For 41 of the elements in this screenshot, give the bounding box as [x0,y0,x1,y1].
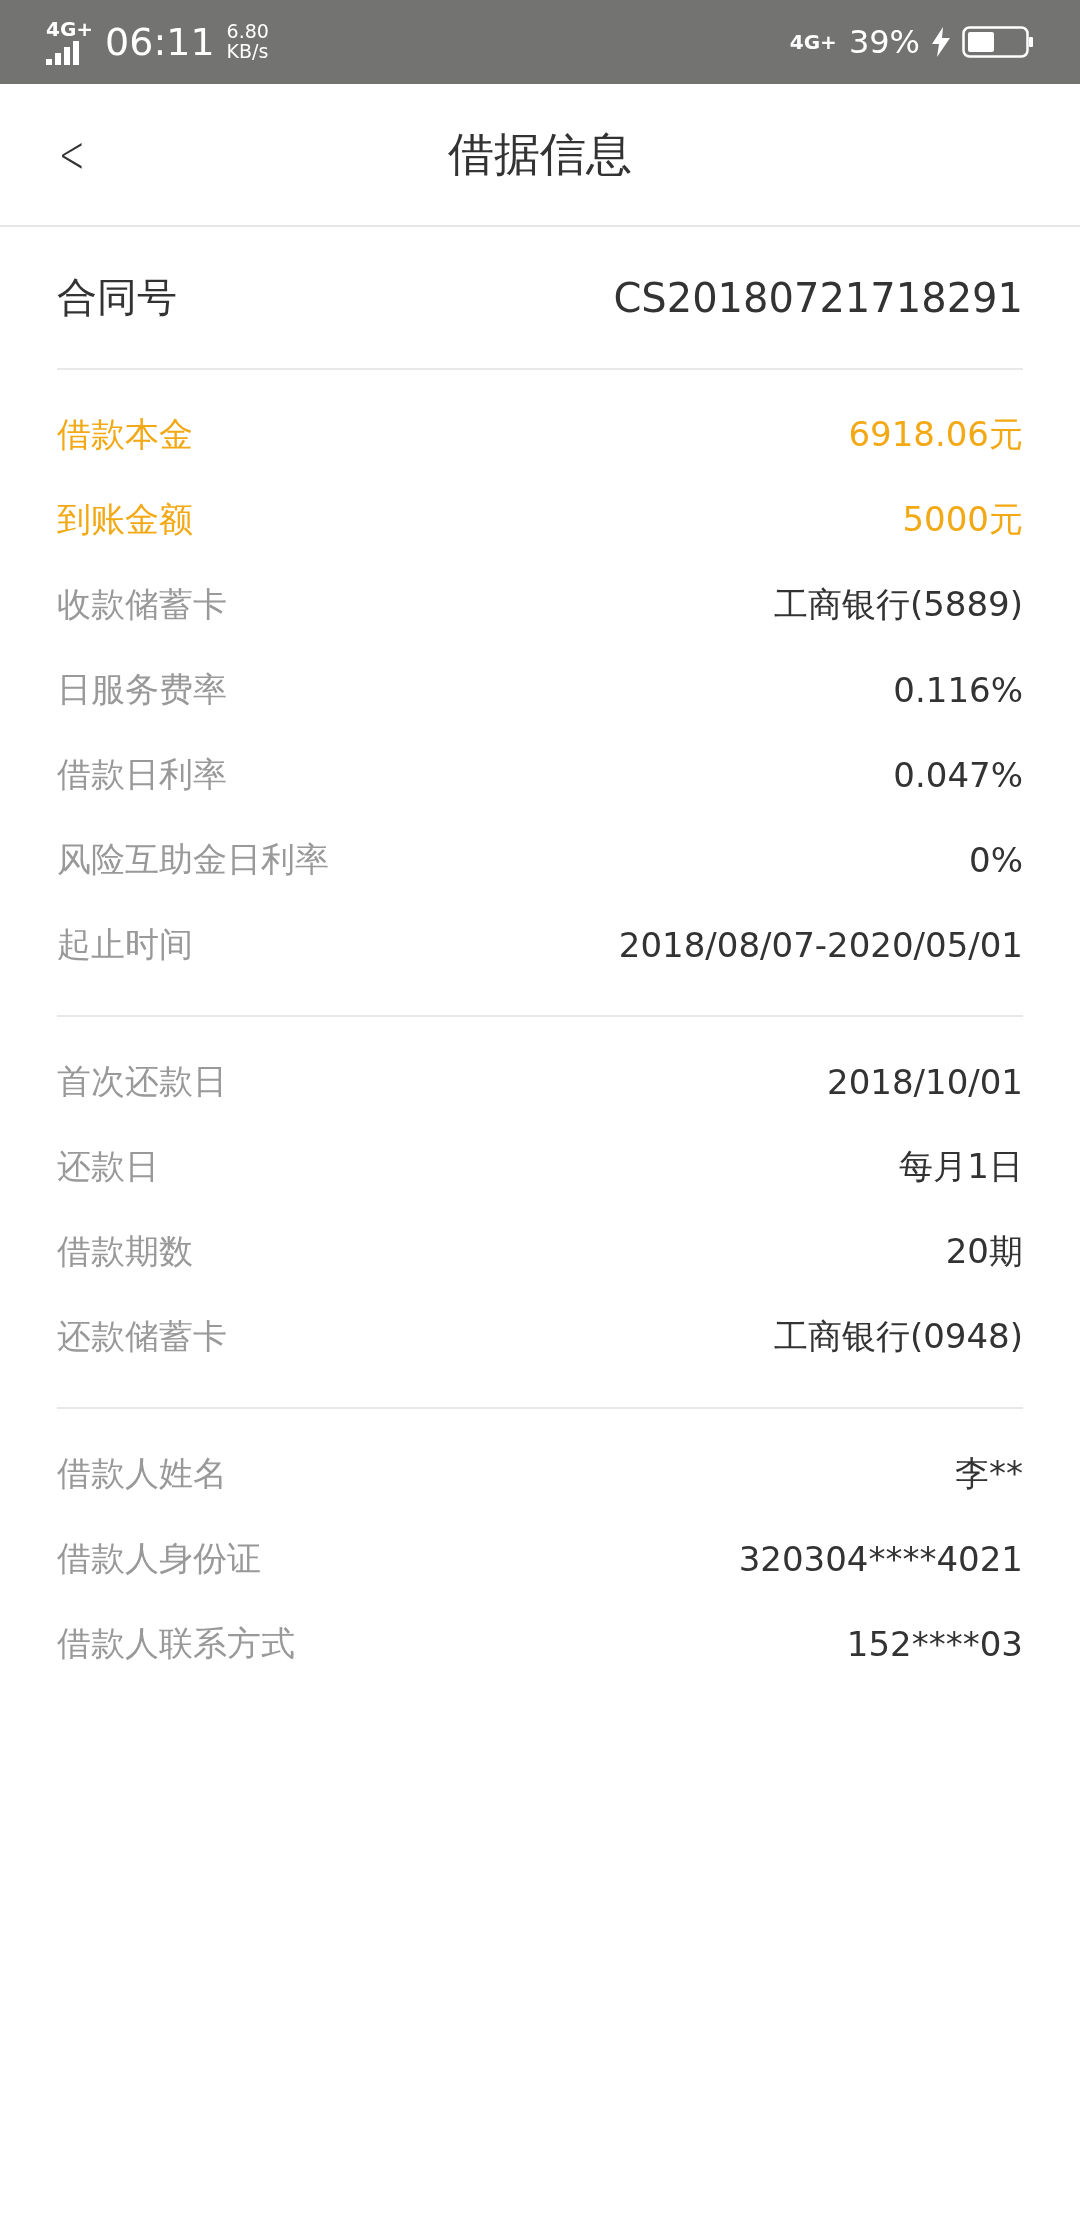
field-label: 收款储蓄卡 [57,582,227,626]
field-label: 首次还款日 [57,1059,227,1103]
field-label: 借款人身份证 [57,1536,261,1580]
network-type: 4G+ [789,32,837,52]
field-value: CS20180721718291 [613,274,1023,321]
battery-icon [962,26,1034,58]
page-title: 借据信息 [448,125,632,183]
field-label: 合同号 [57,273,177,322]
signal-icon [46,41,80,65]
field-label: 借款日利率 [57,752,227,796]
field-value: 工商银行(0948) [773,1314,1023,1358]
speed-unit: KB/s [226,42,269,62]
field-value: 2018/08/07-2020/05/01 [618,924,1023,965]
field-label: 日服务费率 [57,667,227,711]
field-value: 152****03 [846,1623,1023,1664]
field-value: 5000元 [902,497,1023,541]
field-value: 0% [969,839,1023,880]
network-type: 4G+ [46,19,94,39]
field-label: 借款期数 [57,1229,193,1273]
field-value: 工商银行(5889) [773,582,1023,626]
field-value: 0.116% [893,669,1023,710]
back-button[interactable]: < [58,124,85,184]
field-value: 320304****4021 [738,1538,1023,1579]
field-label: 还款储蓄卡 [57,1314,227,1358]
field-label: 起止时间 [57,922,193,966]
battery-percent: 39% [848,23,920,61]
charging-icon [932,27,950,57]
field-value: 0.047% [893,754,1023,795]
field-label: 借款人姓名 [57,1451,227,1495]
field-value: 李** [955,1451,1023,1495]
field-label: 借款本金 [57,412,193,456]
field-label: 还款日 [57,1144,159,1188]
field-label: 到账金额 [57,497,193,541]
field-value: 20期 [945,1229,1023,1273]
field-value: 2018/10/01 [827,1061,1023,1102]
field-value: 每月1日 [899,1144,1023,1188]
field-label: 借款人联系方式 [57,1621,295,1665]
network-speed: 6.80 [226,22,269,42]
clock: 06:11 [105,20,215,64]
field-value: 6918.06元 [848,412,1023,456]
field-label: 风险互助金日利率 [57,837,329,881]
